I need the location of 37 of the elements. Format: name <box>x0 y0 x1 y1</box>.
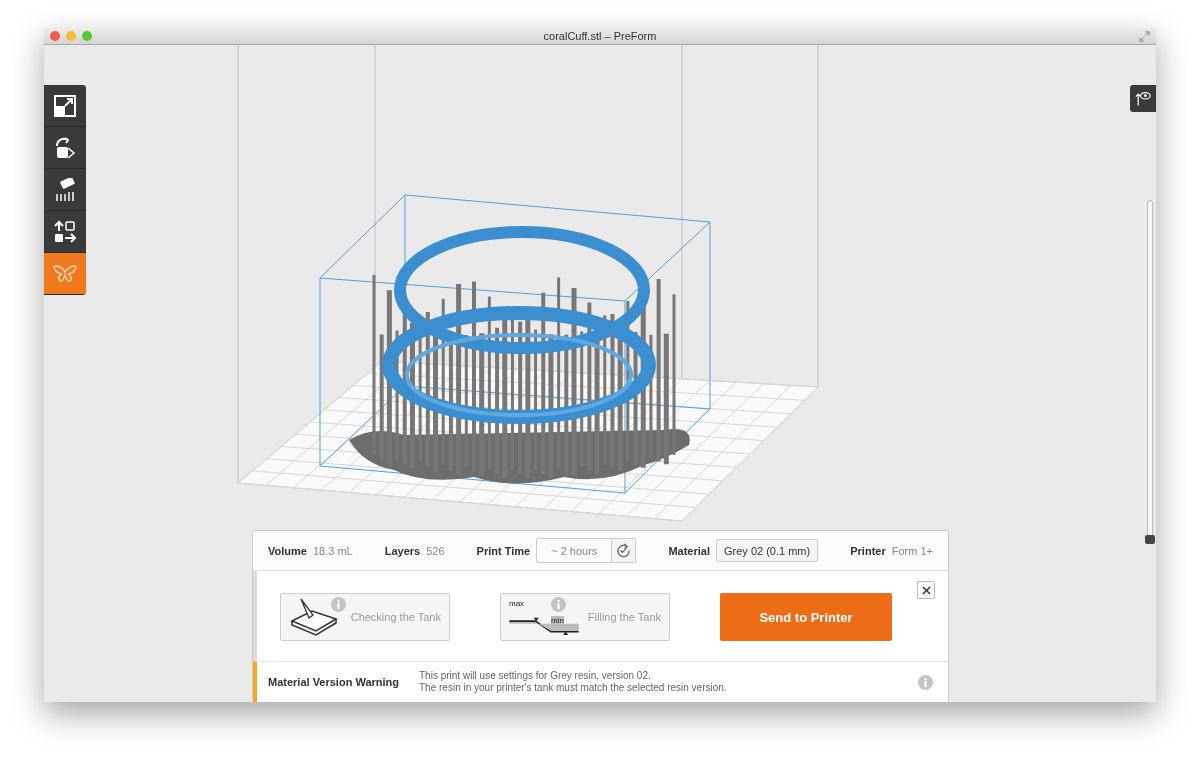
view-options-button[interactable] <box>1130 85 1156 112</box>
layer-slider[interactable] <box>1145 200 1155 545</box>
close-button[interactable] <box>917 581 935 599</box>
stat-value: 18.3 mL <box>312 544 353 557</box>
stat-label: Material <box>668 544 710 557</box>
scale-tool-button[interactable] <box>44 85 86 127</box>
stat-value: 526 <box>426 544 445 557</box>
tank-scraper-icon <box>289 597 339 637</box>
resize-icon <box>54 94 76 117</box>
print-time-value: ~ 2 hours <box>550 543 599 559</box>
stat-label: Layers <box>384 544 421 557</box>
supports-icon <box>54 177 76 202</box>
stat-label: Print Time <box>476 544 531 557</box>
material-dropdown[interactable]: Grey 02 (0.1 mm) <box>716 539 819 562</box>
close-icon <box>921 585 931 595</box>
warning-title: Material Version Warning <box>268 676 399 688</box>
refresh-check-icon <box>616 543 632 558</box>
warning-text: The resin in your printer's tank must match the selected resin version. <box>419 682 727 694</box>
warning-text: This print will use settings for Grey resin, version 02. <box>419 670 652 682</box>
step-label: Checking the Tank <box>350 611 441 623</box>
window-title: coralCuff.stl – PreForm <box>542 30 658 42</box>
layout-icon <box>53 219 77 244</box>
eye-icon <box>1135 90 1151 107</box>
close-window-button[interactable] <box>50 31 60 41</box>
stat-label: Volume <box>268 544 307 557</box>
step-label: Filling the Tank <box>587 611 661 623</box>
setup-step-card[interactable]: max min Filling the Tank <box>500 593 670 641</box>
rotate-cube-icon <box>54 135 76 160</box>
setup-step-card[interactable]: Checking the Tank <box>280 593 450 641</box>
send-to-printer-button[interactable]: Send to Printer <box>720 593 892 641</box>
print-time-box[interactable]: ~ 2 hours <box>536 538 637 563</box>
butterfly-icon <box>53 264 77 283</box>
print-tool-button[interactable] <box>44 253 86 295</box>
stat-label: Printer <box>850 544 886 557</box>
recalculate-button[interactable] <box>611 539 636 562</box>
layer-slider-handle[interactable] <box>1145 535 1155 544</box>
stat-value: Form 1+ <box>891 544 933 557</box>
